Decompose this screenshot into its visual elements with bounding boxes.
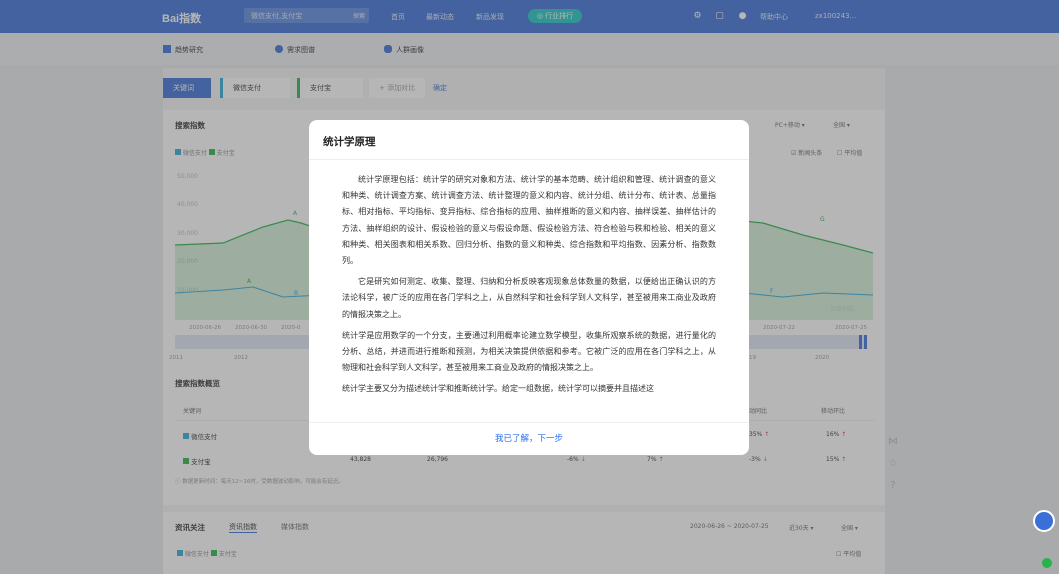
modal-footer: 我已了解，下一步 <box>309 422 749 455</box>
security-shield-icon[interactable] <box>1042 558 1052 568</box>
confirm-next-button[interactable]: 我已了解，下一步 <box>309 423 749 455</box>
modal-paragraph-3: 统计学是应用数学的一个分支，主要通过利用概率论建立数学模型，收集所观察系统的数据… <box>342 330 716 373</box>
modal-body[interactable]: 统计学原理包括：统计学的研究对象和方法、统计学的基本范畴、统计组织和管理、统计调… <box>342 172 716 422</box>
modal-paragraph-1: 统计学原理包括：统计学的研究对象和方法、统计学的基本范畴、统计组织和管理、统计调… <box>342 175 716 266</box>
modal-title: 统计学原理 <box>323 136 376 148</box>
modal-paragraph-2: 它是研究如何测定、收集、整理、归纳和分析反映客观现象总体数量的数据，以便给出正确… <box>342 277 716 319</box>
statistics-modal: 统计学原理 统计学原理包括：统计学的研究对象和方法、统计学的基本范畴、统计组织和… <box>309 120 749 455</box>
modal-header-divider <box>309 159 749 160</box>
customer-service-icon[interactable] <box>1033 510 1055 532</box>
modal-paragraph-4: 统计学主要又分为描述统计学和推断统计学。给定一组数据，统计学可以摘要并且描述这 <box>342 384 654 394</box>
